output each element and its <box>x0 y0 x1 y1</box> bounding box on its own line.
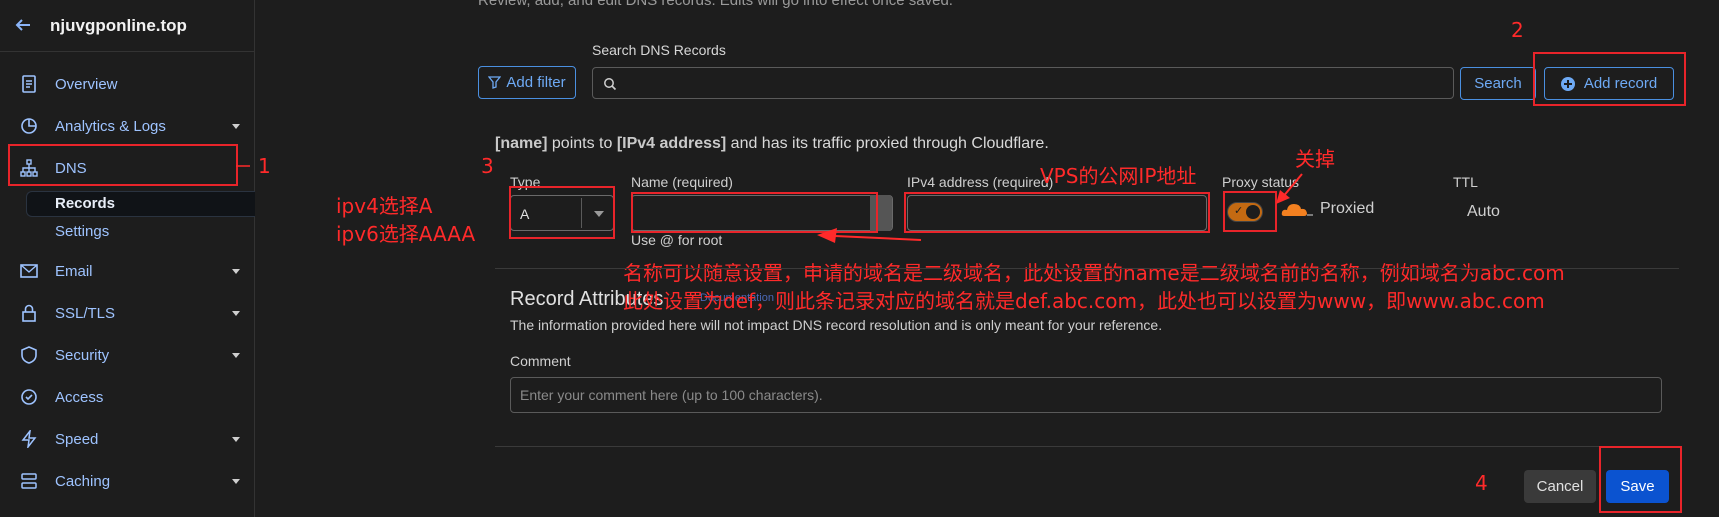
sidebar-item-access[interactable]: Access <box>0 379 254 415</box>
shield-icon <box>21 346 37 364</box>
sidebar-item-overview[interactable]: Overview <box>0 66 254 102</box>
sidebar-item-label: Access <box>55 388 104 406</box>
annotation-arrow-proxy <box>1276 173 1303 204</box>
pie-chart-icon <box>21 118 37 134</box>
annotation-box-save <box>1599 446 1682 513</box>
annotation-box-dns <box>8 144 238 186</box>
sidebar-item-label: Speed <box>55 430 99 448</box>
footer-divider <box>495 446 1679 447</box>
name-label: Name (required) <box>631 174 733 190</box>
search-label: Search DNS Records <box>592 42 726 58</box>
sidebar-item-speed[interactable]: Speed <box>0 421 254 457</box>
annotation-box-add-record <box>1533 52 1686 106</box>
name-hint: Use @ for root <box>631 232 723 248</box>
sidebar-item-label: Overview <box>55 75 118 93</box>
ipv4-label: IPv4 address (required) <box>907 174 1054 190</box>
annotation-arrow-name <box>817 228 922 243</box>
chevron-down-icon <box>232 353 240 358</box>
back-arrow-icon[interactable] <box>12 14 34 36</box>
page-description: Review, add, and edit DNS records. Edits… <box>478 0 953 9</box>
chevron-down-icon <box>232 479 240 484</box>
sidebar-item-caching[interactable]: Caching <box>0 463 254 499</box>
lightning-icon <box>21 430 37 448</box>
add-filter-label: Add filter <box>506 74 566 91</box>
sidebar-item-security[interactable]: Security <box>0 337 254 373</box>
record-attributes-subtitle: The information provided here will not i… <box>510 317 1163 333</box>
search-button-label: Search <box>1474 75 1522 92</box>
annotation-dash <box>236 165 250 167</box>
sidebar-subitem-records[interactable]: Records <box>55 195 115 212</box>
search-button[interactable]: Search <box>1460 67 1536 100</box>
info-text: and has its traffic proxied through Clou… <box>726 135 1049 152</box>
annotation-number-2: 2 <box>1511 18 1524 42</box>
annotation-number-4: 4 <box>1475 471 1488 495</box>
sidebar-item-label: Security <box>55 346 110 364</box>
chevron-down-icon <box>232 437 240 442</box>
info-text: points to <box>547 135 617 152</box>
sidebar-header: njuvgponline.top <box>0 0 255 52</box>
info-ipv4-token: [IPv4 address] <box>616 135 727 152</box>
search-input[interactable] <box>592 67 1454 99</box>
comment-input[interactable] <box>510 377 1662 413</box>
annotation-box-proxy <box>1223 191 1277 232</box>
chevron-down-icon <box>232 269 240 274</box>
record-info-line: [name] points to [IPv4 address] and has … <box>495 135 1049 153</box>
server-stack-icon <box>21 473 37 489</box>
access-icon <box>21 389 37 405</box>
sidebar-item-analytics[interactable]: Analytics & Logs <box>0 108 254 144</box>
cancel-button[interactable]: Cancel <box>1524 470 1596 503</box>
annotation-vps: VPS的公网IP地址 <box>1040 164 1197 188</box>
comment-label: Comment <box>510 353 571 369</box>
sidebar-item-email[interactable]: Email <box>0 253 254 289</box>
sidebar: njuvgponline.top Overview Analytics & Lo… <box>0 0 255 517</box>
sidebar-item-label: Email <box>55 262 93 280</box>
sidebar-item-label: SSL/TLS <box>55 304 116 322</box>
sidebar-item-label: Analytics & Logs <box>55 117 166 135</box>
chevron-down-icon <box>232 311 240 316</box>
annotation-note-2: 此处设置为def，则此条记录对应的域名就是def.abc.com，此处也可以设置… <box>623 289 1545 313</box>
cancel-label: Cancel <box>1536 478 1584 495</box>
annotation-box-ipv4 <box>904 192 1210 233</box>
lock-icon <box>22 304 36 322</box>
document-icon <box>22 75 36 93</box>
ttl-label: TTL <box>1453 174 1478 190</box>
add-filter-button[interactable]: Add filter <box>478 66 576 99</box>
annotation-box-type <box>509 186 615 239</box>
sidebar-item-ssl[interactable]: SSL/TLS <box>0 295 254 331</box>
annotation-off: 关掉 <box>1295 147 1335 171</box>
chevron-down-icon <box>232 124 240 129</box>
mail-icon <box>20 264 38 278</box>
section-divider <box>495 268 1679 269</box>
filter-icon <box>488 76 502 89</box>
annotation-number-3: 3 <box>481 154 494 178</box>
ttl-value[interactable]: Auto <box>1467 203 1500 221</box>
proxy-status-value: Proxied <box>1320 200 1375 217</box>
annotation-number-1: 1 <box>258 154 271 178</box>
sidebar-subitem-settings[interactable]: Settings <box>55 223 109 240</box>
annotation-ipv4: ipv4选择A <box>336 194 433 218</box>
domain-name: njuvgponline.top <box>50 16 187 35</box>
annotation-ipv6: ipv6选择AAAA <box>336 222 476 246</box>
search-icon <box>604 78 617 91</box>
info-name-token: [name] <box>495 135 548 152</box>
annotation-note-1: 名称可以随意设置，申请的域名是二级域名，此处设置的name是二级域名前的名称，例… <box>623 261 1565 285</box>
sidebar-item-label: Caching <box>55 472 111 490</box>
